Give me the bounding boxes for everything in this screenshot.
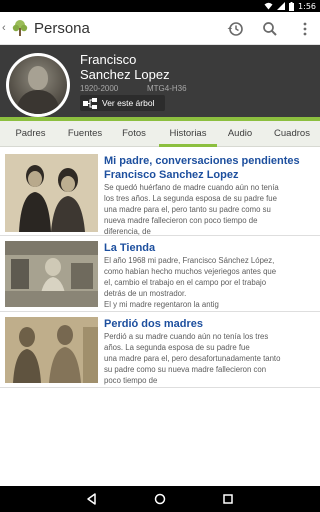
person-name-last: Sanchez Lopez	[80, 67, 170, 82]
wifi-icon	[264, 2, 273, 10]
person-name: Francisco Sanchez Lopez	[80, 52, 170, 82]
app-title: Persona	[34, 20, 90, 37]
story-title: Francisco Sanchez Lopez	[104, 169, 239, 181]
portrait-photo	[9, 56, 67, 114]
tab-fotos[interactable]: Fotos	[108, 121, 160, 147]
story-item[interactable]: Perdió dos madres Perdió a su madre cuan…	[0, 313, 320, 388]
story-item[interactable]: Mi padre, conversaciones pendientes Fran…	[0, 150, 320, 236]
person-name-first: Francisco	[80, 52, 137, 67]
story-photo	[5, 241, 98, 307]
back-chevron-icon[interactable]: ‹	[2, 21, 10, 35]
battery-icon	[289, 1, 295, 11]
nav-recents-icon[interactable]	[220, 491, 236, 507]
nav-back-icon[interactable]	[84, 491, 100, 507]
app-logo-tree-icon[interactable]	[10, 18, 30, 38]
story-excerpt: Se quedó huérfano de madre cuando aún no…	[104, 183, 279, 236]
person-portrait[interactable]	[6, 53, 70, 117]
story-photo	[5, 317, 98, 383]
tab-cuadros[interactable]: Cuadros	[266, 121, 318, 147]
story-item[interactable]: La Tienda El año 1968 mi padre, Francisc…	[0, 237, 320, 312]
story-title: La Tienda	[104, 242, 156, 254]
tree-view-icon	[83, 97, 97, 109]
story-excerpt: Perdió a su madre cuando aún no tenía lo…	[104, 332, 281, 385]
tab-padres[interactable]: Padres	[0, 121, 61, 147]
status-time: 1:56	[298, 1, 316, 11]
tab-fuentes[interactable]: Fuentes	[56, 121, 114, 147]
status-icons: 1:56	[264, 0, 316, 12]
status-bar: 1:56	[0, 0, 320, 12]
tab-audio[interactable]: Audio	[217, 121, 263, 147]
person-id: MTG4-H36	[147, 84, 187, 93]
search-icon[interactable]	[261, 20, 279, 38]
story-photo	[5, 154, 98, 232]
active-tab-indicator	[159, 144, 217, 147]
story-title: Mi padre, conversaciones pendientes	[104, 155, 300, 167]
more-vertical-icon[interactable]	[296, 20, 314, 38]
system-nav-bar	[0, 486, 320, 512]
view-tree-button[interactable]: Ver este árbol	[80, 95, 165, 111]
cell-signal-icon	[277, 2, 286, 10]
history-icon[interactable]	[226, 20, 244, 38]
nav-home-icon[interactable]	[152, 491, 168, 507]
person-lifespan: 1920-2000	[80, 84, 119, 93]
story-title: Perdió dos madres	[104, 318, 204, 330]
app-bar: ‹ Persona	[0, 12, 320, 45]
screen: 1:56 ‹ Persona Francisco Sanchez Lopez 1…	[0, 0, 320, 512]
view-tree-label: Ver este árbol	[102, 98, 155, 108]
story-excerpt: El año 1968 mi padre, Francisco Sánchez …	[104, 256, 277, 309]
